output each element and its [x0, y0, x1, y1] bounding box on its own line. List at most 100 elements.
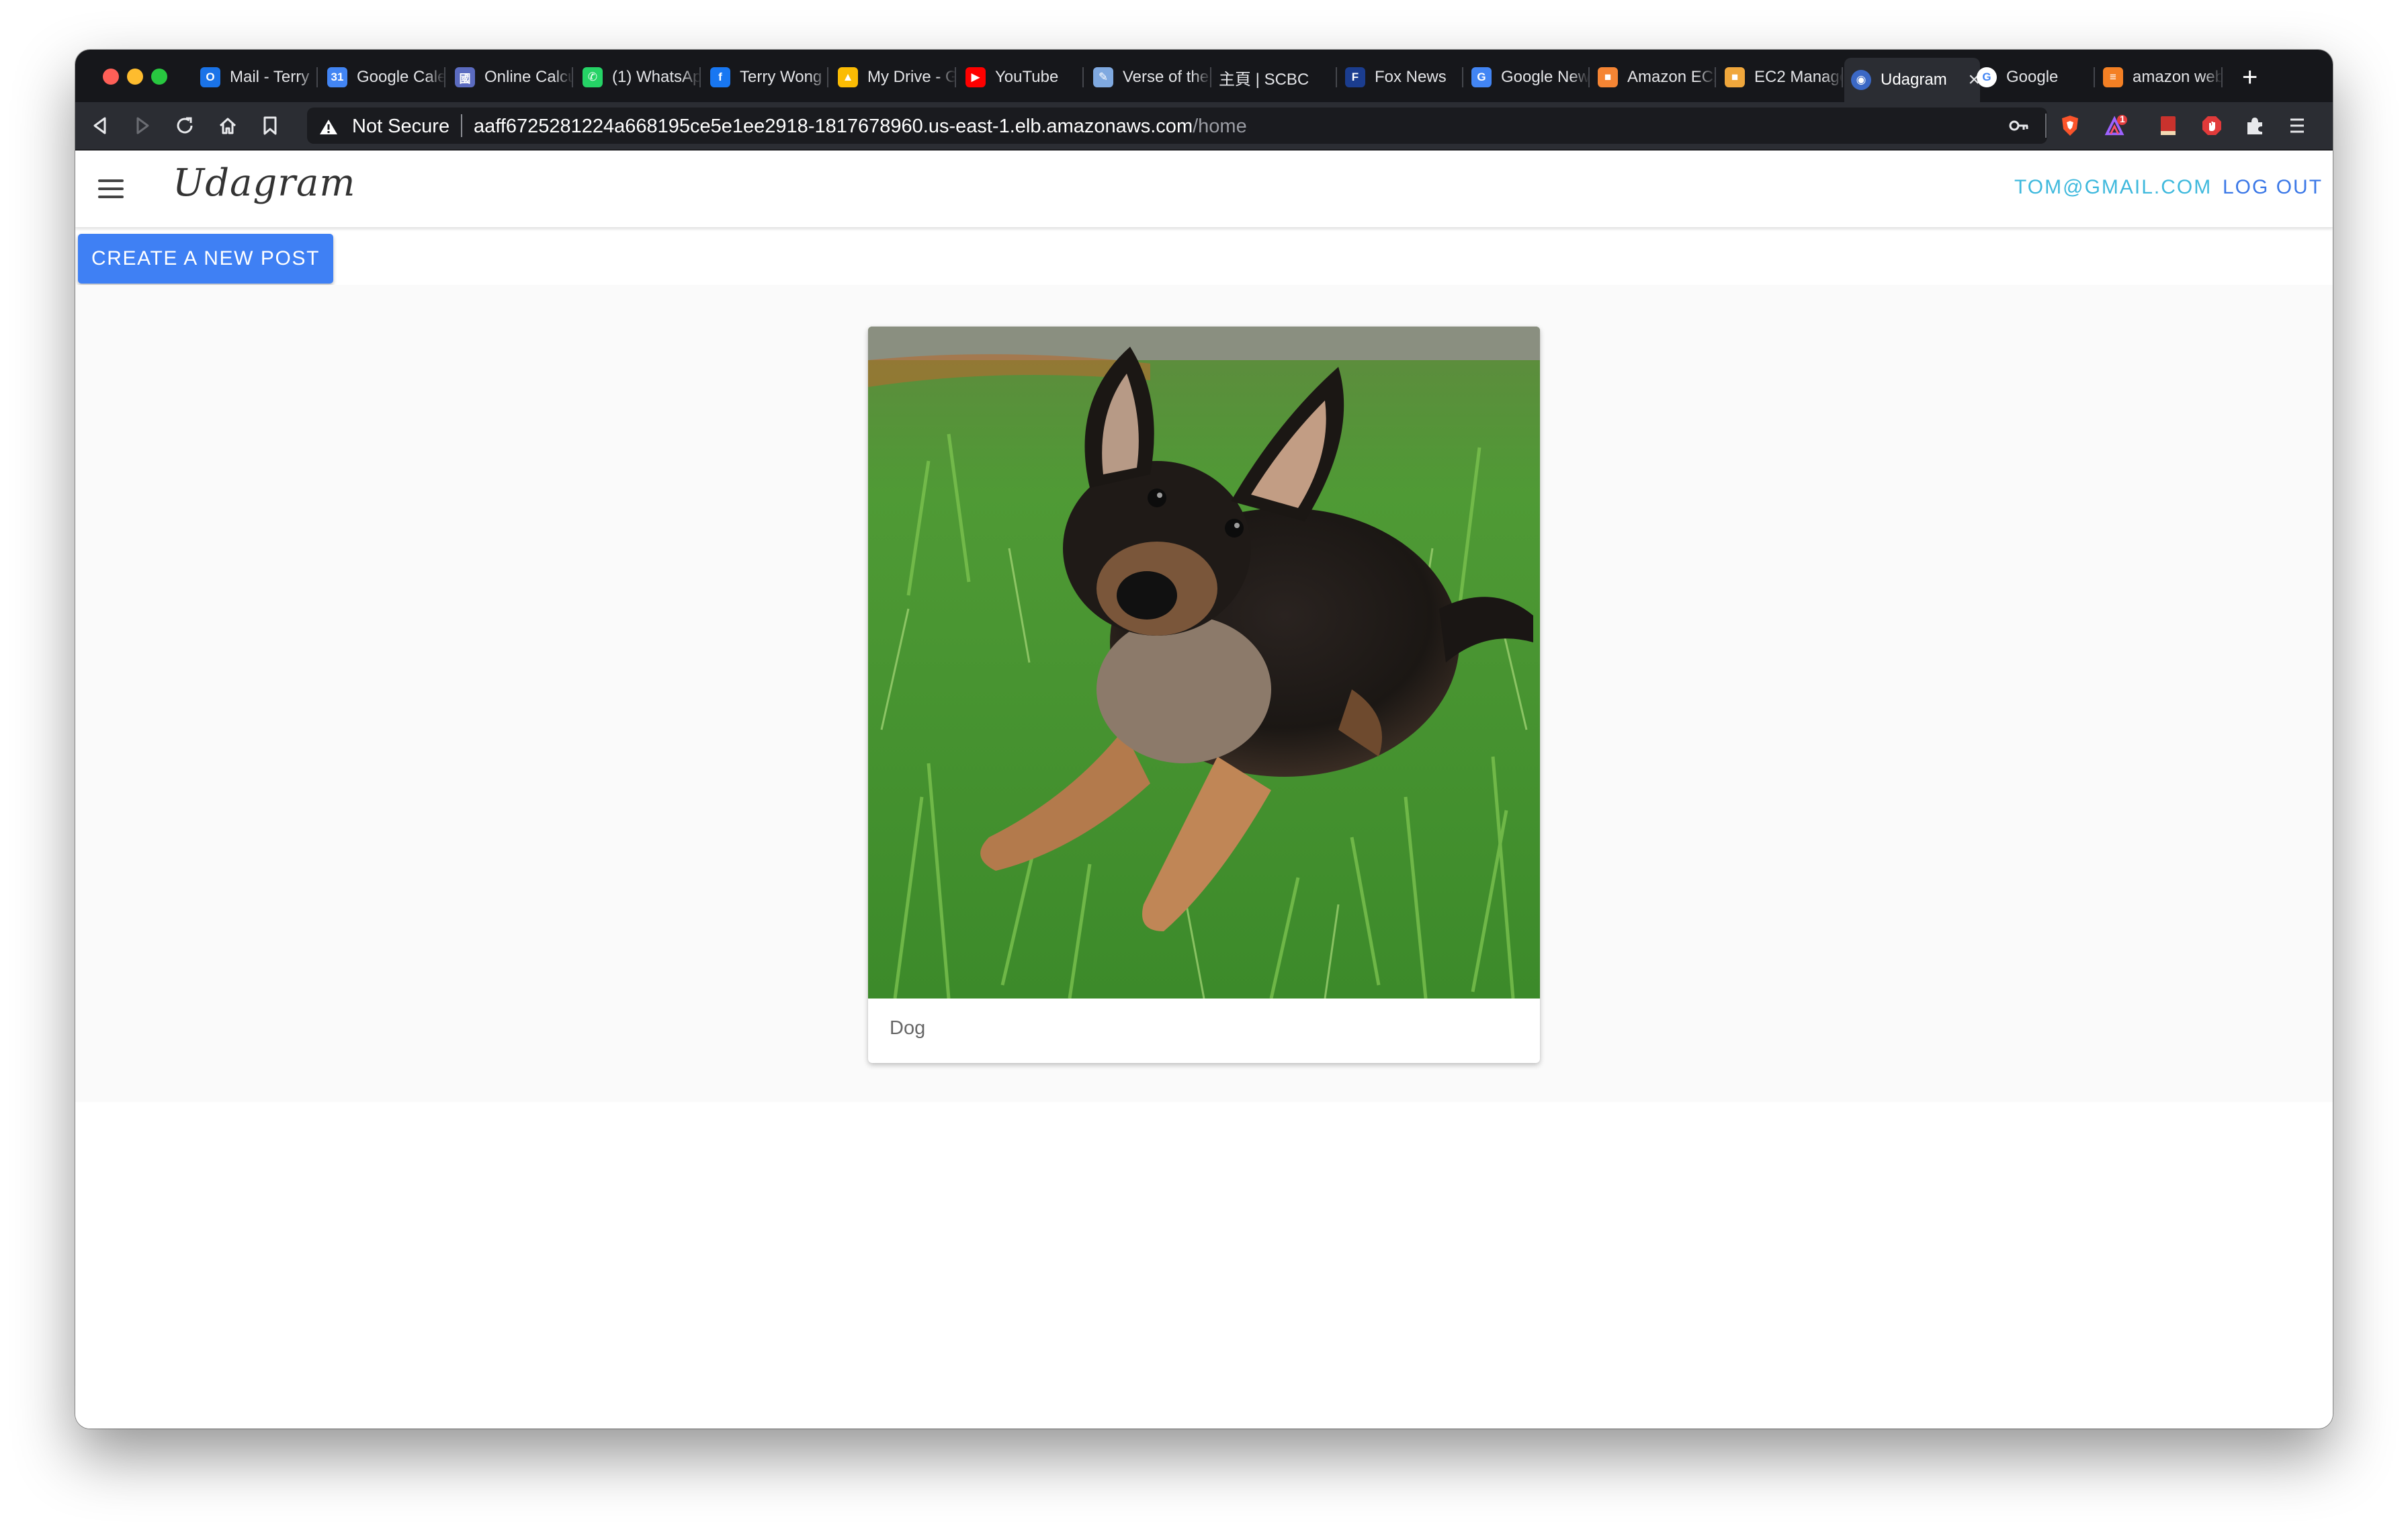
tab-strip: O Mail - Terry 31 Google Calendar 國 Online Ca… — [75, 50, 2333, 102]
tab-divider — [1462, 67, 1463, 87]
url-text[interactable]: aaff6725281224a668195ce5e1ee2918-1817678… — [474, 116, 1247, 138]
menu-icon[interactable] — [2286, 114, 2309, 137]
bookmark-icon[interactable] — [259, 114, 282, 137]
tab-title: Google — [2006, 68, 2059, 86]
tab-title: amazon web services — [2133, 68, 2223, 86]
forward-icon[interactable] — [131, 114, 154, 137]
browser-tab[interactable]: ▶ YouTube — [965, 60, 1084, 94]
browser-window: O Mail - Terry 31 Google Calendar 國 Online Ca… — [75, 50, 2333, 1429]
tab-divider — [1210, 67, 1211, 87]
url-path: /home — [1193, 116, 1247, 137]
browser-tab[interactable]: 31 Google Calendar — [327, 60, 445, 94]
key-icon[interactable] — [2008, 114, 2030, 137]
home-icon[interactable] — [216, 114, 239, 137]
post-card[interactable]: Dog — [868, 327, 1540, 1063]
tab-divider — [1842, 67, 1843, 87]
tab-divider — [2094, 67, 2095, 87]
tab-divider — [572, 67, 573, 87]
tab-title: EC2 Management Console — [1754, 68, 1843, 86]
tab-title: YouTube — [995, 68, 1059, 86]
tab-divider — [1336, 67, 1337, 87]
aws-icon: ■ — [1598, 67, 1618, 87]
browser-tab[interactable]: G Google News — [1471, 60, 1590, 94]
stackoverflow-icon: ≡ — [2103, 67, 2123, 87]
google-icon: G — [1977, 67, 1997, 87]
calendar-icon: 31 — [327, 67, 347, 87]
tab-title: 主頁 | SCBC — [1219, 70, 1309, 89]
tab-title: My Drive - Google Drive — [867, 68, 956, 86]
reload-icon[interactable] — [173, 114, 196, 137]
tab-divider — [444, 67, 445, 87]
minimize-window-button[interactable] — [127, 69, 143, 85]
tab-divider — [1715, 67, 1716, 87]
browser-tab[interactable]: f Terry Wong — [710, 60, 828, 94]
browser-tab[interactable]: ✎ Verse of the Day — [1093, 60, 1211, 94]
browser-tab[interactable]: ■ EC2 Management Console — [1725, 60, 1843, 94]
tab-title: Online Calculator — [484, 68, 573, 86]
brave-rewards-icon[interactable]: 1 — [2104, 114, 2127, 137]
tab-divider — [827, 67, 828, 87]
outlook-icon: O — [200, 67, 220, 87]
logout-button[interactable]: LOG OUT — [2223, 176, 2323, 199]
web-page: Udagram TOM@GMAIL.COM LOG OUT CREATE A N… — [75, 151, 2333, 1429]
feed: Dog — [75, 285, 2333, 1102]
tab-title: Udagram — [1881, 71, 1947, 89]
tab-title: Fox News — [1375, 68, 1447, 86]
udagram-logo[interactable]: Udagram — [173, 161, 356, 205]
tab-divider — [316, 67, 318, 87]
tab-title: Verse of the Day — [1123, 68, 1211, 86]
brave-shield-icon[interactable] — [2059, 114, 2081, 137]
reader-extension-icon[interactable] — [2157, 114, 2180, 137]
create-new-post-button[interactable]: CREATE A NEW POST — [78, 234, 333, 284]
calculator-icon: 國 — [455, 67, 475, 87]
app-header: Udagram TOM@GMAIL.COM LOG OUT — [75, 151, 2333, 227]
facebook-icon: f — [710, 67, 730, 87]
googlenews-icon: G — [1471, 67, 1492, 87]
tab-title: (1) WhatsApp — [612, 68, 701, 86]
tab-title: Amazon EC2 — [1627, 68, 1716, 86]
browser-tab[interactable]: ◉ Udagram × — [1844, 58, 1980, 102]
bible-icon: ✎ — [1093, 67, 1113, 87]
youtube-icon: ▶ — [965, 67, 986, 87]
foxnews-icon: F — [1345, 67, 1365, 87]
security-status[interactable]: Not Secure — [352, 116, 449, 138]
browser-toolbar: Not Secure aaff6725281224a668195ce5e1ee2… — [75, 102, 2333, 151]
browser-tab[interactable]: 國 Online Calculator — [455, 60, 573, 94]
whatsapp-icon: ✆ — [583, 67, 603, 87]
udagram-icon: ◉ — [1851, 70, 1871, 90]
warning-icon[interactable] — [318, 118, 339, 139]
tab-title: Terry Wong — [740, 68, 822, 86]
toolbar-divider — [2045, 114, 2047, 138]
hamburger-menu-icon[interactable] — [98, 176, 125, 202]
browser-tab[interactable]: ■ Amazon EC2 — [1598, 60, 1716, 94]
drive-icon: ▲ — [838, 67, 858, 87]
tab-divider — [1082, 67, 1084, 87]
adblock-icon[interactable] — [2200, 114, 2223, 137]
back-icon[interactable] — [89, 114, 112, 137]
url-divider — [461, 114, 462, 137]
user-email-link[interactable]: TOM@GMAIL.COM — [2014, 176, 2212, 199]
browser-tab[interactable]: G Google — [1977, 60, 2095, 94]
post-caption: Dog — [890, 1017, 926, 1039]
rewards-badge: 1 — [2120, 114, 2125, 124]
tab-title: Mail - Terry — [230, 68, 310, 86]
browser-tab[interactable]: ✆ (1) WhatsApp — [583, 60, 701, 94]
browser-tab[interactable]: ≡ amazon web services — [2103, 60, 2223, 94]
post-image — [868, 327, 1540, 999]
zoom-window-button[interactable] — [151, 69, 167, 85]
new-tab-button[interactable]: + — [2242, 60, 2258, 94]
tab-divider — [699, 67, 701, 87]
browser-tab[interactable]: F Fox News — [1345, 60, 1463, 94]
browser-tab[interactable]: 主頁 | SCBC — [1219, 60, 1337, 94]
url-host: aaff6725281224a668195ce5e1ee2918-1817678… — [474, 116, 1193, 137]
tab-title: Google News — [1501, 68, 1590, 86]
browser-tab[interactable]: ▲ My Drive - Google Drive — [838, 60, 956, 94]
tab-divider — [1588, 67, 1590, 87]
ec2-icon: ■ — [1725, 67, 1745, 87]
browser-tab[interactable]: O Mail - Terry — [200, 60, 318, 94]
extensions-puzzle-icon[interactable] — [2243, 114, 2266, 137]
close-window-button[interactable] — [103, 69, 119, 85]
tab-divider — [2221, 67, 2223, 87]
tab-title: Google Calendar — [357, 68, 445, 86]
tab-divider — [955, 67, 956, 87]
